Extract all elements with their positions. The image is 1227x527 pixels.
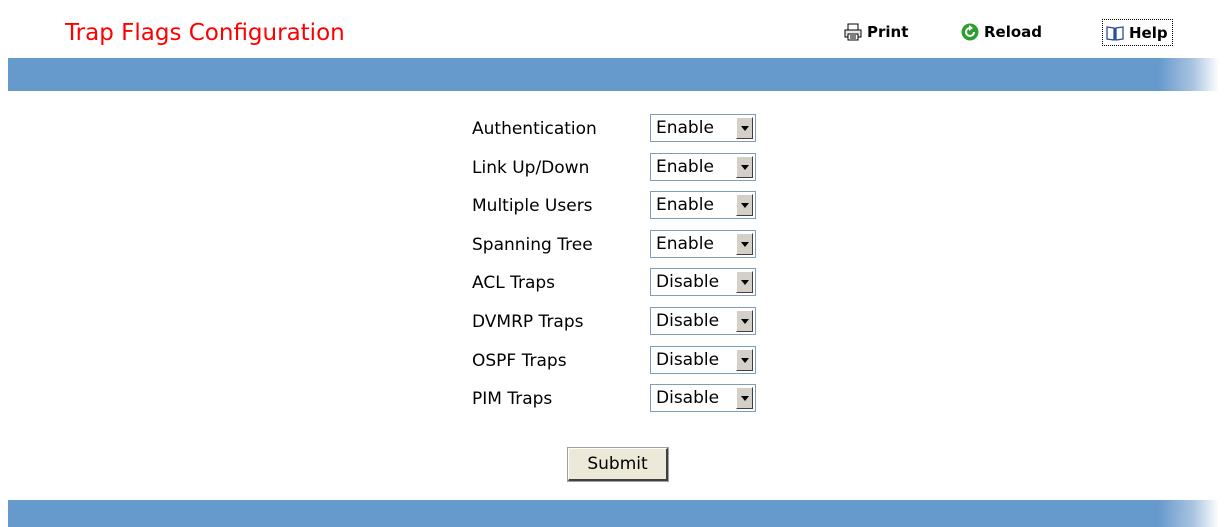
dvmrp-traps-label: DVMRP Traps bbox=[472, 311, 584, 332]
chevron-down-icon[interactable] bbox=[736, 194, 753, 217]
chevron-down-icon[interactable] bbox=[736, 309, 753, 332]
page-title: Trap Flags Configuration bbox=[65, 20, 345, 46]
link-up-down-value: Enable bbox=[656, 156, 714, 177]
multiple-users-select[interactable]: Enable bbox=[650, 191, 756, 220]
chevron-down-icon[interactable] bbox=[736, 232, 753, 255]
spanning-tree-value: Enable bbox=[656, 233, 714, 254]
help-label: Help bbox=[1129, 24, 1168, 42]
acl-traps-select[interactable]: Disable bbox=[650, 268, 756, 297]
printer-icon bbox=[844, 23, 862, 41]
chevron-down-icon[interactable] bbox=[736, 348, 753, 371]
book-icon bbox=[1106, 24, 1124, 42]
chevron-down-icon[interactable] bbox=[736, 155, 753, 178]
authentication-value: Enable bbox=[656, 118, 714, 138]
link-up-down-label: Link Up/Down bbox=[472, 157, 590, 178]
pim-traps-label: PIM Traps bbox=[472, 389, 553, 410]
pim-traps-value: Disable bbox=[656, 388, 720, 409]
submit-button[interactable]: Submit bbox=[567, 447, 669, 482]
reload-icon bbox=[961, 23, 979, 41]
multiple-users-label: Multiple Users bbox=[472, 196, 593, 217]
authentication-label: Authentication bbox=[472, 119, 597, 139]
multiple-users-value: Enable bbox=[656, 195, 714, 216]
print-label: Print bbox=[867, 23, 909, 41]
footer-bar bbox=[8, 500, 1219, 527]
pim-traps-select[interactable]: Disable bbox=[650, 384, 756, 413]
ospf-traps-value: Disable bbox=[656, 349, 720, 370]
reload-label: Reload bbox=[984, 23, 1043, 41]
print-button[interactable]: Print bbox=[844, 21, 908, 43]
header: Trap Flags Configuration Print Reload He… bbox=[8, 8, 1219, 58]
help-button[interactable]: Help bbox=[1102, 19, 1173, 46]
ospf-traps-label: OSPF Traps bbox=[472, 350, 567, 371]
authentication-select[interactable]: Enable bbox=[650, 114, 756, 142]
link-up-down-select[interactable]: Enable bbox=[650, 152, 756, 181]
chevron-down-icon[interactable] bbox=[736, 387, 753, 410]
ospf-traps-select[interactable]: Disable bbox=[650, 345, 756, 374]
dvmrp-traps-value: Disable bbox=[656, 310, 720, 331]
header-bar bbox=[8, 58, 1219, 91]
acl-traps-value: Disable bbox=[656, 272, 720, 293]
chevron-down-icon[interactable] bbox=[736, 271, 753, 294]
dvmrp-traps-select[interactable]: Disable bbox=[650, 306, 756, 335]
page: Trap Flags Configuration Print Reload He… bbox=[8, 8, 1219, 527]
acl-traps-label: ACL Traps bbox=[472, 273, 556, 294]
reload-button[interactable]: Reload bbox=[961, 21, 1042, 43]
chevron-down-icon[interactable] bbox=[736, 117, 753, 139]
spanning-tree-select[interactable]: Enable bbox=[650, 229, 756, 258]
spanning-tree-label: Spanning Tree bbox=[472, 234, 593, 255]
